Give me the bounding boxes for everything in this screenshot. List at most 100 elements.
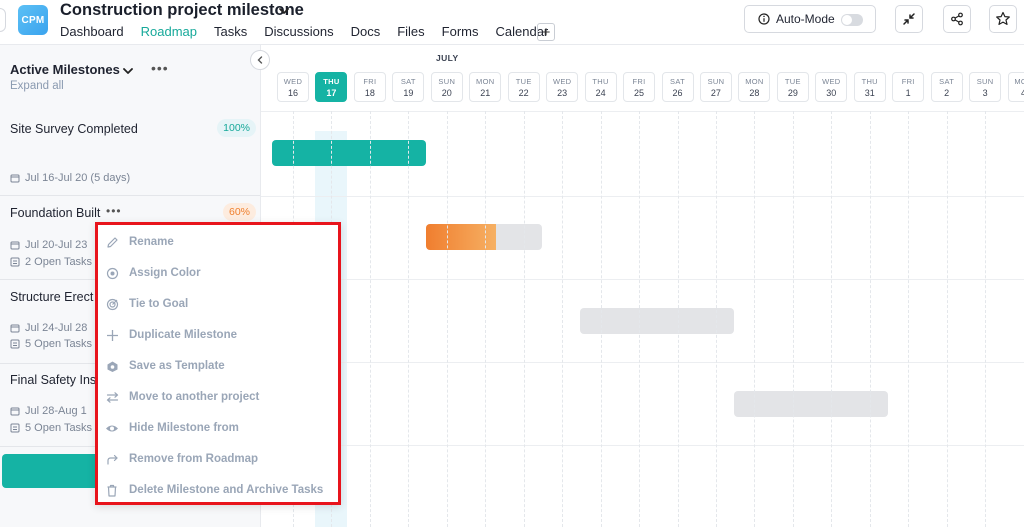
day-number: 19	[403, 88, 414, 98]
milestone-row[interactable]: Site Survey Completed 100% Jul 16-Jul 20…	[0, 112, 260, 196]
milestone-dates: Jul 24-Jul 28	[10, 322, 87, 334]
tab-dashboard[interactable]: Dashboard	[60, 24, 124, 42]
milestone-more-icon[interactable]: •••	[106, 204, 122, 218]
milestone-tasks[interactable]: 2 Open Tasks	[10, 256, 92, 268]
tab-forms[interactable]: Forms	[442, 24, 479, 42]
row-divider	[261, 362, 1024, 363]
trash-icon	[105, 483, 119, 497]
day-gridline	[446, 111, 448, 527]
menu-item-remove-roadmap[interactable]: Remove from Roadmap	[105, 448, 258, 470]
auto-mode-toggle[interactable]	[841, 14, 863, 26]
chevron-left-icon	[257, 56, 263, 64]
tab-discussions[interactable]: Discussions	[264, 24, 333, 42]
top-header: CPM Construction project milestone Dashb…	[0, 0, 1024, 45]
day-cell: SUN 20	[430, 72, 463, 102]
chevron-down-icon[interactable]	[121, 64, 135, 78]
project-logo[interactable]: CPM	[18, 5, 48, 35]
milestone-tasks[interactable]: 5 Open Tasks	[10, 422, 92, 434]
month-label: JULY	[436, 53, 459, 63]
weekday-label: FRI	[632, 77, 646, 86]
day-number: 27	[710, 88, 721, 98]
weekday-label: SUN	[438, 77, 456, 86]
move-arrows-icon	[105, 390, 119, 404]
share-icon	[951, 12, 963, 26]
collapse-view-button[interactable]	[895, 5, 923, 33]
menu-item-duplicate[interactable]: Duplicate Milestone	[105, 324, 237, 346]
auto-mode-label: Auto-Mode	[776, 12, 835, 26]
day-cell: THU 31	[853, 72, 886, 102]
day-gridline	[715, 111, 717, 527]
project-title[interactable]: Construction project milestone	[60, 1, 304, 20]
day-gridline	[831, 111, 833, 527]
day-gridline	[869, 111, 871, 527]
tab-tasks[interactable]: Tasks	[214, 24, 247, 42]
menu-item-move-project[interactable]: Move to another project	[105, 386, 259, 408]
day-cell: MON 28	[738, 72, 771, 102]
day-gridline	[408, 111, 410, 527]
day-cell: WED 30	[815, 72, 848, 102]
day-number: 3	[982, 88, 988, 98]
day-gridline	[523, 111, 525, 527]
weekday-label: MON	[745, 77, 764, 86]
day-gridline	[600, 111, 602, 527]
day-number: 1	[905, 88, 911, 98]
roadmap-timeline: JULY WED 16 THU 17 FRI 18 SAT 19 SUN 20 MON 21 TUE 22…	[261, 45, 1024, 527]
milestone-bar-final-safety[interactable]	[734, 391, 888, 417]
sidebar-handle[interactable]	[0, 8, 6, 32]
plus-icon	[105, 328, 119, 342]
menu-item-hide-milestone[interactable]: Hide Milestone from	[105, 417, 239, 439]
weekday-label: MON	[476, 77, 495, 86]
project-nav: Dashboard Roadmap Tasks Discussions Docs…	[60, 24, 565, 42]
panel-title[interactable]: Active Milestones	[10, 62, 120, 77]
auto-mode-button[interactable]: Auto-Mode	[744, 5, 876, 33]
collapse-panel-button[interactable]	[250, 50, 270, 70]
day-number: 2	[944, 88, 950, 98]
favorite-button[interactable]	[989, 5, 1017, 33]
tab-files[interactable]: Files	[397, 24, 424, 42]
weekday-label: SUN	[707, 77, 725, 86]
day-gridline	[985, 111, 987, 527]
milestone-dates: Jul 20-Jul 23	[10, 239, 87, 251]
star-icon	[996, 11, 1010, 25]
menu-item-save-template[interactable]: Save as Template	[105, 355, 225, 377]
share-arrow-icon	[105, 452, 119, 466]
day-number: 16	[287, 88, 298, 98]
weekday-label: FRI	[901, 77, 915, 86]
day-cell: WED 23	[546, 72, 579, 102]
milestone-bar-site-survey[interactable]	[272, 140, 426, 166]
milestone-name[interactable]: Foundation Built	[10, 206, 100, 220]
day-gridline	[677, 111, 679, 527]
tab-docs[interactable]: Docs	[351, 24, 381, 42]
menu-item-assign-color[interactable]: Assign Color	[105, 262, 201, 284]
milestone-bar-structure[interactable]	[580, 308, 734, 334]
weekday-label: SAT	[670, 77, 685, 86]
menu-item-tie-to-goal[interactable]: Tie to Goal	[105, 293, 188, 315]
weekday-label: TUE	[784, 77, 801, 86]
weekday-label: WED	[552, 77, 572, 86]
milestone-name[interactable]: Final Safety Ins	[10, 373, 96, 387]
milestone-tasks[interactable]: 5 Open Tasks	[10, 338, 92, 350]
share-button[interactable]	[943, 5, 971, 33]
milestone-name[interactable]: Site Survey Completed	[10, 122, 138, 136]
chevron-down-icon[interactable]	[277, 4, 291, 18]
day-number: 22	[518, 88, 529, 98]
menu-item-rename[interactable]: Rename	[105, 231, 174, 253]
day-gridline	[792, 111, 794, 527]
tab-roadmap[interactable]: Roadmap	[141, 24, 197, 42]
eye-icon	[105, 421, 119, 435]
day-number: 26	[672, 88, 683, 98]
day-number: 23	[557, 88, 568, 98]
day-cell: MON 21	[469, 72, 502, 102]
row-divider	[261, 196, 1024, 197]
menu-item-delete-milestone[interactable]: Delete Milestone and Archive Tasks	[105, 479, 323, 501]
expand-all-link[interactable]: Expand all	[10, 80, 64, 92]
add-tab-button[interactable]: +	[537, 23, 555, 41]
day-cell: THU 24	[584, 72, 617, 102]
more-options-icon[interactable]: •••	[151, 60, 169, 76]
day-cell: MON 4	[1007, 72, 1024, 102]
weekday-label: MON	[1014, 77, 1024, 86]
day-cell: WED 16	[277, 72, 309, 102]
day-cell: SAT 26	[661, 72, 694, 102]
milestone-name[interactable]: Structure Erect	[10, 290, 93, 304]
day-cell: SUN 3	[969, 72, 1002, 102]
